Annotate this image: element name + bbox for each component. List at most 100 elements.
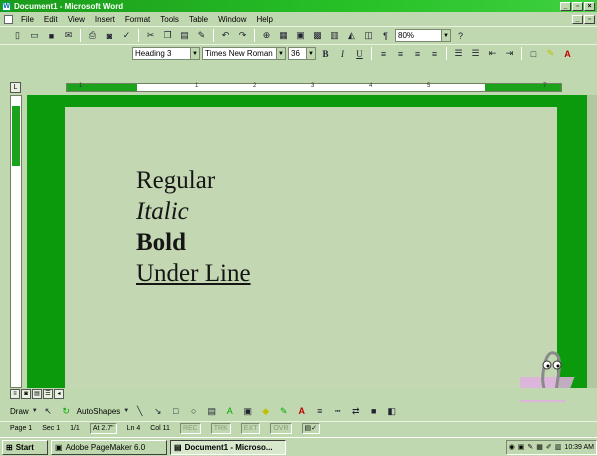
outline-view-button[interactable]: ☰ [43,389,53,399]
status-ext[interactable]: EXT [240,423,261,434]
line-color-icon[interactable]: ✎ [276,404,291,418]
menu-edit[interactable]: Edit [42,15,60,24]
font-combo[interactable]: Times New Roman ▼ [202,47,286,60]
normal-view-button[interactable]: ≡ [10,389,20,399]
highlight-icon[interactable]: ✎ [543,47,558,61]
decrease-indent-icon[interactable]: ⇤ [485,47,500,61]
open-icon[interactable]: ▭ [27,29,42,43]
zoom-combo[interactable]: 80% ▼ [395,29,451,42]
font-color-icon[interactable]: A [294,404,309,418]
tray-icon[interactable]: ✎ [527,443,533,451]
tray-icon[interactable]: ◉ [509,443,515,451]
increase-indent-icon[interactable]: ⇥ [502,47,517,61]
underline-button[interactable]: U [352,47,367,61]
print-icon[interactable]: ⎙ [85,29,100,43]
insert-table-icon[interactable]: ▣ [293,29,308,43]
italic-button[interactable]: I [335,47,350,61]
tab-selector-icon[interactable]: L [10,82,21,93]
style-combo[interactable]: Heading 3 ▼ [132,47,200,60]
3d-icon[interactable]: ◧ [384,404,399,418]
columns-icon[interactable]: ▥ [327,29,342,43]
bold-button[interactable]: B [318,47,333,61]
minimize-button[interactable]: _ [560,1,571,11]
chevron-down-icon[interactable]: ▼ [306,48,315,59]
fill-color-icon[interactable]: ◆ [258,404,273,418]
paste-icon[interactable]: ▤ [177,29,192,43]
rectangle-icon[interactable]: □ [168,404,183,418]
font-color-icon[interactable]: A [560,47,575,61]
autoshapes-menu-button[interactable]: AutoShapes [77,407,121,416]
menu-tools[interactable]: Tools [158,15,181,24]
document-body[interactable]: Regular Italic Bold Under Line [136,165,251,289]
menu-format[interactable]: Format [123,15,152,24]
menu-window[interactable]: Window [216,15,248,24]
insert-excel-icon[interactable]: ▩ [310,29,325,43]
spelling-status-icon[interactable]: ▤✓ [301,423,321,434]
vertical-ruler[interactable] [10,95,22,388]
menu-file[interactable]: File [19,15,36,24]
tray-icon[interactable]: ▣ [518,443,525,451]
document-map-icon[interactable]: ◫ [361,29,376,43]
align-left-icon[interactable]: ≡ [376,47,391,61]
copy-icon[interactable]: ❐ [160,29,175,43]
scroll-left-button[interactable]: ◂ [54,389,64,399]
menu-help[interactable]: Help [255,15,275,24]
wordart-icon[interactable]: A [222,404,237,418]
justify-icon[interactable]: ≡ [427,47,442,61]
undo-icon[interactable]: ↶ [218,29,233,43]
status-trk[interactable]: TRK [210,423,231,434]
chevron-down-icon[interactable]: ▼ [441,30,450,41]
help-icon[interactable]: ? [453,29,468,43]
status-rec[interactable]: REC [179,423,201,434]
word-app-icon[interactable]: W [2,1,11,11]
cut-icon[interactable]: ✂ [143,29,158,43]
doc-minimize-button[interactable]: _ [572,14,583,24]
drawing-icon[interactable]: ◭ [344,29,359,43]
menu-view[interactable]: View [66,15,87,24]
menu-table[interactable]: Table [187,15,210,24]
taskbar-item-word[interactable]: ▤ Document1 - Microso... [170,439,286,455]
chevron-down-icon[interactable]: ▼ [276,48,285,59]
show-hide-icon[interactable]: ¶ [378,29,393,43]
redo-icon[interactable]: ↷ [235,29,250,43]
print-preview-icon[interactable]: ◙ [102,29,117,43]
tables-borders-icon[interactable]: ▦ [276,29,291,43]
restore-button[interactable]: ▫ [572,1,583,11]
close-button[interactable]: × [584,1,595,11]
draw-menu-button[interactable]: Draw [10,407,29,416]
doc-restore-button[interactable]: ▫ [584,14,595,24]
taskbar-item-pagemaker[interactable]: ▣ Adobe PageMaker 6.0 [51,439,167,455]
vertical-scrollbar[interactable] [587,95,597,388]
clip-art-icon[interactable]: ▣ [240,404,255,418]
numbering-icon[interactable]: ☰ [451,47,466,61]
spelling-icon[interactable]: ✓ [119,29,134,43]
hyperlink-icon[interactable]: ⊕ [259,29,274,43]
select-objects-icon[interactable]: ↖ [41,404,56,418]
status-ovr[interactable]: OVR [270,423,292,434]
align-center-icon[interactable]: ≡ [393,47,408,61]
start-button[interactable]: ⊞ Start [2,439,48,455]
arrow-icon[interactable]: ↘ [150,404,165,418]
save-icon[interactable]: ■ [44,29,59,43]
dash-style-icon[interactable]: ┅ [330,404,345,418]
font-size-combo[interactable]: 36 ▼ [288,47,316,60]
menu-insert[interactable]: Insert [93,15,117,24]
tray-icon[interactable]: ▦ [536,443,543,451]
borders-icon[interactable]: □ [526,47,541,61]
align-right-icon[interactable]: ≡ [410,47,425,61]
text-box-icon[interactable]: ▤ [204,404,219,418]
line-icon[interactable]: ╲ [132,404,147,418]
shadow-icon[interactable]: ■ [366,404,381,418]
new-icon[interactable]: ▯ [10,29,25,43]
document-icon[interactable] [4,14,13,24]
tray-icon[interactable]: ✐ [546,443,552,451]
format-painter-icon[interactable]: ✎ [194,29,209,43]
tray-icon[interactable]: ▥ [555,443,562,451]
line-style-icon[interactable]: ≡ [312,404,327,418]
bullets-icon[interactable]: ☰ [468,47,483,61]
document-page[interactable]: Regular Italic Bold Under Line [65,107,557,388]
arrow-style-icon[interactable]: ⇄ [348,404,363,418]
web-layout-button[interactable]: ◙ [21,389,31,399]
oval-icon[interactable]: ○ [186,404,201,418]
free-rotate-icon[interactable]: ↻ [59,404,74,418]
